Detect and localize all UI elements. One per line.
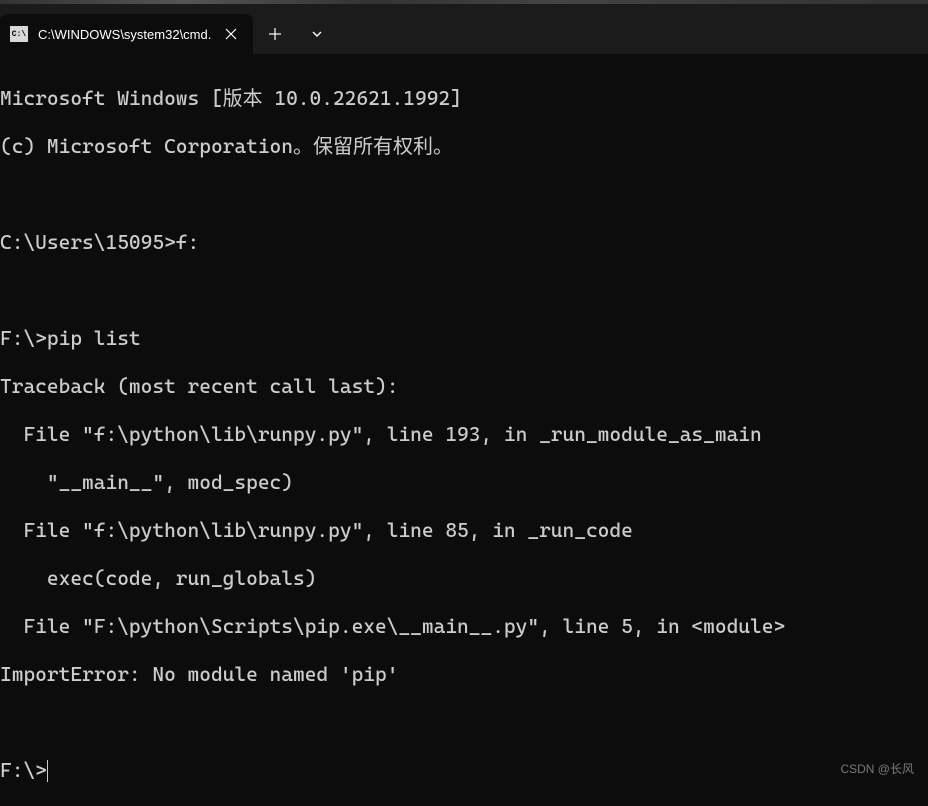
cursor (47, 760, 48, 782)
terminal-line: "__main__", mod_spec) (0, 470, 928, 494)
terminal-line: File "F:\python\Scripts\pip.exe\__main__… (0, 614, 928, 638)
watermark: CSDN @长风 (840, 760, 914, 777)
terminal-line: F:\>pip list (0, 326, 928, 350)
chevron-down-icon (311, 30, 323, 38)
terminal-line: ImportError: No module named 'pip' (0, 662, 928, 686)
plus-icon (268, 27, 282, 41)
tab-title: C:\WINDOWS\system32\cmd. (38, 27, 211, 42)
terminal-line (0, 710, 928, 734)
terminal-output[interactable]: Microsoft Windows [版本 10.0.22621.1992] (… (0, 54, 928, 806)
window-titlebar: C:\ C:\WINDOWS\system32\cmd. (0, 4, 928, 54)
close-icon (225, 28, 237, 40)
cmd-icon: C:\ (10, 26, 28, 42)
terminal-line: Traceback (most recent call last): (0, 374, 928, 398)
terminal-line: File "f:\python\lib\runpy.py", line 85, … (0, 518, 928, 542)
terminal-line: C:\Users\15095>f: (0, 230, 928, 254)
terminal-line: exec(code, run_globals) (0, 566, 928, 590)
terminal-line (0, 182, 928, 206)
terminal-line: (c) Microsoft Corporation。保留所有权利。 (0, 134, 928, 158)
terminal-line: File "f:\python\lib\runpy.py", line 193,… (0, 422, 928, 446)
terminal-line: Microsoft Windows [版本 10.0.22621.1992] (0, 86, 928, 110)
terminal-tab[interactable]: C:\ C:\WINDOWS\system32\cmd. (0, 14, 253, 54)
titlebar-controls (253, 14, 337, 54)
prompt-text: F:\> (0, 758, 47, 782)
close-tab-button[interactable] (221, 24, 241, 44)
terminal-prompt-line: F:\> (0, 758, 928, 782)
tab-dropdown-button[interactable] (297, 14, 337, 54)
terminal-line (0, 278, 928, 302)
new-tab-button[interactable] (253, 14, 297, 54)
